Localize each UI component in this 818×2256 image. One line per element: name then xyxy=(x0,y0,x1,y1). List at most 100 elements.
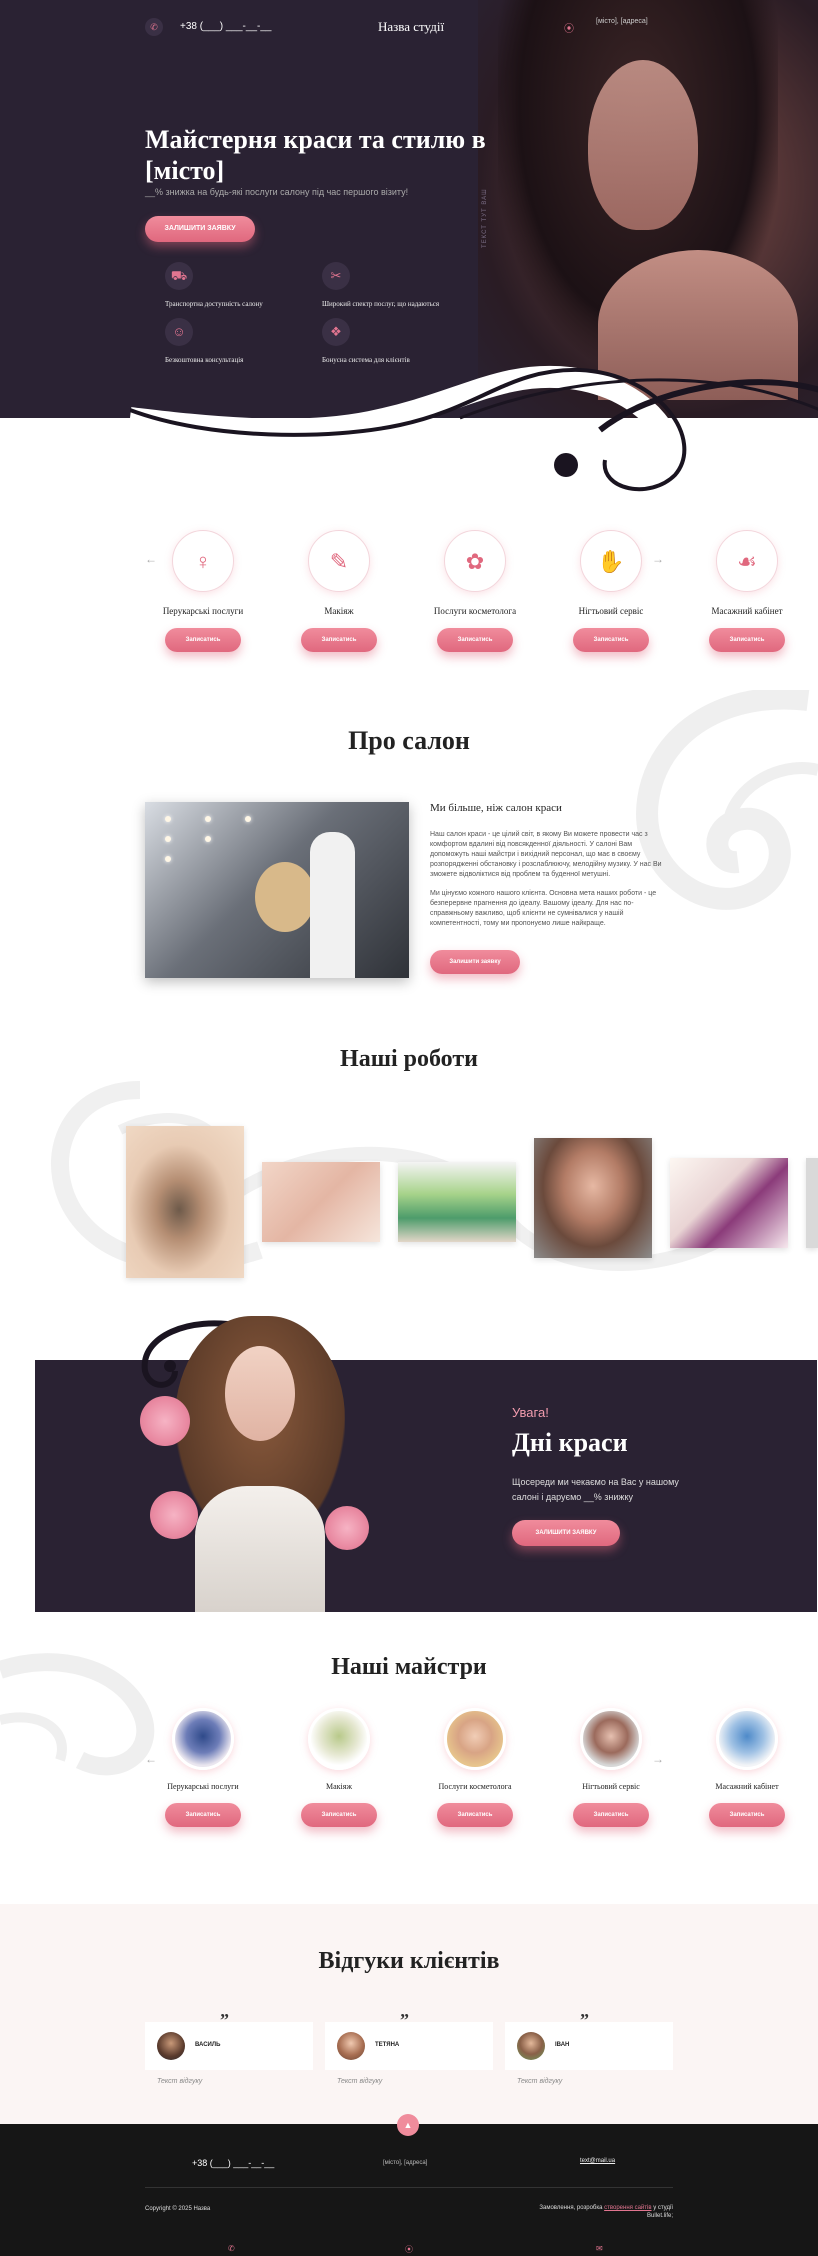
service-book-button[interactable]: Записатись xyxy=(165,628,241,652)
master-card: Масажний кабінет Записатись xyxy=(692,1708,802,1827)
car-icon: ⛟ xyxy=(165,262,193,290)
hair-icon: ♀ xyxy=(172,530,234,592)
master-book-button[interactable]: Записатись xyxy=(301,1803,377,1827)
service-book-button[interactable]: Записатись xyxy=(709,628,785,652)
master-book-button[interactable]: Записатись xyxy=(437,1803,513,1827)
master-card: Макіяж Записатись xyxy=(284,1708,394,1827)
promo-kicker: Увага! xyxy=(512,1405,549,1420)
footer: +38 (___) ___-__-__ [місто], [адреса] te… xyxy=(0,2124,818,2256)
quote-icon: ” xyxy=(400,2010,409,2030)
rose-decoration xyxy=(140,1396,190,1446)
services-section: ← → ♀ Перукарські послуги Записатись ✎ М… xyxy=(0,520,818,670)
review-card: ” ВАСИЛЬ Текст відгуку xyxy=(145,2010,313,2086)
footer-developer-credit: Замовлення, розробка створення сайтів у … xyxy=(539,2205,673,2219)
makeup-icon: ✎ xyxy=(308,530,370,592)
footer-copyright: Copyright © 2025 Назва xyxy=(145,2206,211,2212)
works-section: Наші роботи xyxy=(0,1030,818,1320)
promo-cta-button[interactable]: ЗАЛИШИТИ ЗАЯВКУ xyxy=(512,1520,620,1546)
location-pin-icon: ⦿ xyxy=(564,24,574,35)
master-card: Послуги косметолога Записатись xyxy=(420,1708,530,1827)
header-phone[interactable]: +38 (___) ___-__-__ xyxy=(180,21,271,32)
avatar xyxy=(157,2032,185,2060)
header-address: [місто], [адреса] xyxy=(596,18,648,25)
master-avatar[interactable] xyxy=(444,1708,506,1770)
nail-polish-icon: ✋ xyxy=(580,530,642,592)
masters-title: Наші майстри xyxy=(331,1654,487,1680)
review-card: ” ІВАН Текст відгуку xyxy=(505,2010,673,2086)
about-title: Про салон xyxy=(348,726,470,755)
avatar xyxy=(337,2032,365,2060)
avatar xyxy=(517,2032,545,2060)
hero-subtitle: __% знижка на будь-які послуги салону пі… xyxy=(145,187,409,197)
masters-section: Наші майстри ← → Перукарські послуги Зап… xyxy=(0,1640,818,1860)
about-text: Наш салон краси - це цілий світ, в якому… xyxy=(430,831,662,927)
master-avatar[interactable] xyxy=(716,1708,778,1770)
reviews-section: Відгуки клієнтів ” ВАСИЛЬ Текст відгуку … xyxy=(0,1904,818,2124)
master-card: Перукарські послуги Записатись xyxy=(148,1708,258,1827)
master-avatar[interactable] xyxy=(308,1708,370,1770)
feature-services: ✂ Широкий спектр послуг, що надаються xyxy=(322,262,482,308)
master-card: Нігтьовий сервіс Записатись xyxy=(556,1708,666,1827)
master-avatar[interactable] xyxy=(580,1708,642,1770)
about-salon-photo xyxy=(145,802,409,978)
footer-divider xyxy=(145,2187,673,2188)
hero-section: ✆ +38 (___) ___-__-__ Назва студії ⦿ [мі… xyxy=(0,0,818,500)
work-photo-massage[interactable] xyxy=(398,1162,516,1242)
promo-text: Щосереди ми чекаємо на Вас у нашому сало… xyxy=(512,1477,679,1502)
hairdryer-icon: ✂ xyxy=(322,262,350,290)
quote-icon: ” xyxy=(580,2010,589,2030)
vertical-decor-text: ТЕКСТ ТУТ ВАШ xyxy=(482,188,488,248)
service-card: ✎ Макіяж Записатись xyxy=(284,530,394,652)
footer-phone[interactable]: +38 (___) ___-__-__ xyxy=(192,2158,274,2168)
work-photo-manicure[interactable] xyxy=(262,1162,380,1242)
developer-link[interactable]: створення сайтів xyxy=(604,2205,651,2211)
phone-icon[interactable]: ✆ xyxy=(228,2244,235,2253)
footer-email[interactable]: text@mail.ua xyxy=(580,2158,615,2164)
review-text: Текст відгуку xyxy=(157,2078,203,2085)
master-book-button[interactable]: Записатись xyxy=(709,1803,785,1827)
master-book-button[interactable]: Записатись xyxy=(165,1803,241,1827)
promo-model-photo xyxy=(120,1316,400,1612)
feature-consultation: ☺ Безкоштовна консультація xyxy=(165,318,325,364)
review-text: Текст відгуку xyxy=(337,2078,383,2085)
review-card: ” ТЕТЯНА Текст відгуку xyxy=(325,2010,493,2086)
hero-cta-button[interactable]: ЗАЛИШИТИ ЗАЯВКУ xyxy=(145,216,255,242)
service-book-button[interactable]: Записатись xyxy=(301,628,377,652)
master-avatar[interactable] xyxy=(172,1708,234,1770)
footer-address: [місто], [адреса] xyxy=(383,2160,428,2166)
service-card: ✿ Послуги косметолога Записатись xyxy=(420,530,530,652)
scroll-up-icon[interactable]: ▲ xyxy=(397,2114,419,2136)
feature-transport: ⛟ Транспортна доступність салону xyxy=(165,262,325,308)
work-photo-lashes[interactable] xyxy=(126,1126,244,1278)
work-photo-partial[interactable] xyxy=(806,1158,818,1248)
studio-name[interactable]: Назва студії xyxy=(378,19,444,35)
review-text: Текст відгуку xyxy=(517,2078,563,2085)
review-name: ІВАН xyxy=(555,2042,570,2048)
hero-title: Майстерня краси та стилю в [місто] xyxy=(145,125,486,185)
promo-title: Дні краси xyxy=(512,1428,628,1457)
quote-icon: ” xyxy=(220,2010,229,2030)
hero-model-face xyxy=(588,60,698,230)
review-name: ВАСИЛЬ xyxy=(195,2042,221,2048)
service-card: ☙ Масажний кабінет Записатись xyxy=(692,530,802,652)
review-name: ТЕТЯНА xyxy=(375,2042,400,2048)
phone-icon[interactable]: ✆ xyxy=(145,18,163,36)
about-section: Про салон Ми більше, ніж салон краси Наш… xyxy=(0,690,818,1010)
work-photo-nails[interactable] xyxy=(670,1158,788,1248)
service-card: ♀ Перукарські послуги Записатись xyxy=(148,530,258,652)
works-title: Наші роботи xyxy=(340,1046,478,1072)
gift-icon: ❖ xyxy=(322,318,350,346)
master-book-button[interactable]: Записатись xyxy=(573,1803,649,1827)
about-subtitle: Ми більше, ніж салон краси xyxy=(430,802,562,814)
rose-decoration xyxy=(325,1506,369,1550)
location-pin-icon[interactable]: ⦿ xyxy=(405,2244,413,2255)
rose-decoration xyxy=(150,1491,198,1539)
service-book-button[interactable]: Записатись xyxy=(437,628,513,652)
feature-bonus: ❖ Бонусна система для клієнтів xyxy=(322,318,482,364)
work-photo-makeup[interactable] xyxy=(534,1138,652,1258)
service-book-button[interactable]: Записатись xyxy=(573,628,649,652)
service-card: ✋ Нігтьовий сервіс Записатись xyxy=(556,530,666,652)
about-cta-button[interactable]: Залишити заявку xyxy=(430,950,520,974)
reviews-title: Відгуки клієнтів xyxy=(318,1948,500,1974)
mail-icon[interactable]: ✉ xyxy=(596,2244,603,2253)
